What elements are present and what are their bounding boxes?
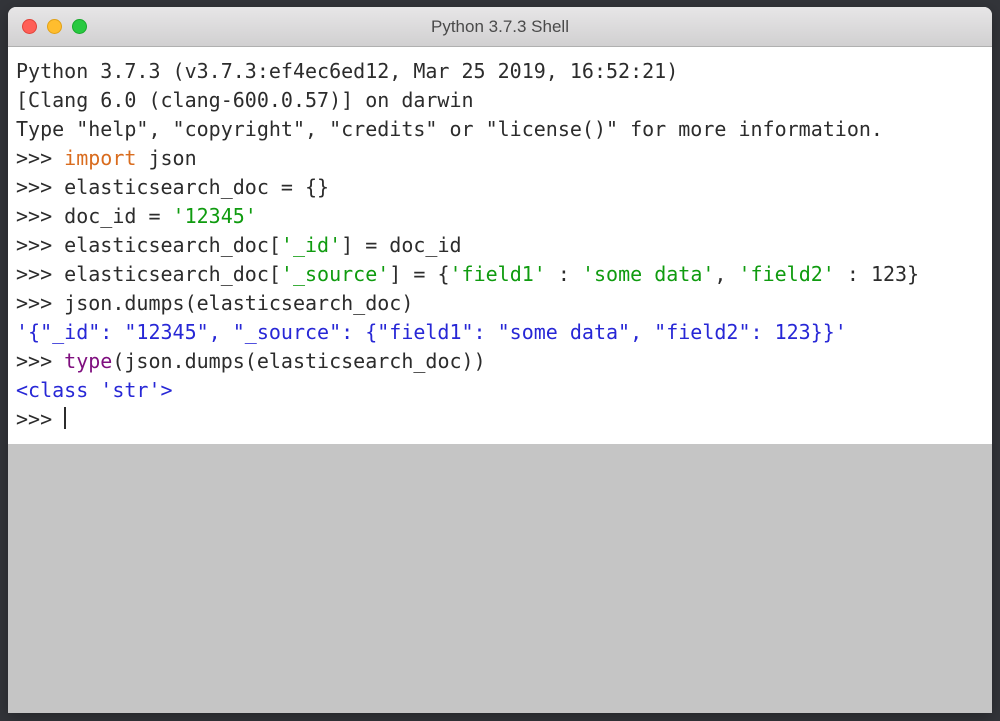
idle-window: Python 3.7.3 Shell Python 3.7.3 (v3.7.3:…: [8, 7, 992, 713]
shell-output[interactable]: Python 3.7.3 (v3.7.3:ef4ec6ed12, Mar 25 …: [8, 47, 992, 444]
banner-line: [Clang 6.0 (clang-600.0.57)] on darwin: [16, 88, 474, 112]
string-literal: '_id': [281, 233, 341, 257]
cursor-icon: [64, 407, 66, 429]
string-literal: 'field1': [450, 262, 546, 286]
prompt: >>>: [16, 407, 64, 431]
code-text: :: [546, 262, 582, 286]
code-text: : 123}: [835, 262, 919, 286]
code-text: elasticsearch_doc = {}: [64, 175, 329, 199]
code-text: json.dumps(elasticsearch_doc): [64, 291, 413, 315]
window-title: Python 3.7.3 Shell: [8, 17, 992, 37]
output-line: '{"_id": "12345", "_source": {"field1": …: [16, 320, 847, 344]
string-literal: 'field2': [739, 262, 835, 286]
prompt: >>>: [16, 146, 64, 170]
builtin-type: type: [64, 349, 112, 373]
code-text: ] = doc_id: [341, 233, 461, 257]
code-text: (json.dumps(elasticsearch_doc)): [112, 349, 485, 373]
code-text: ] = {: [389, 262, 449, 286]
banner-line: Type "help", "copyright", "credits" or "…: [16, 117, 883, 141]
output-line: <class 'str'>: [16, 378, 173, 402]
keyword-import: import: [64, 146, 136, 170]
prompt: >>>: [16, 233, 64, 257]
string-literal: '_source': [281, 262, 389, 286]
minimize-icon[interactable]: [47, 19, 62, 34]
titlebar: Python 3.7.3 Shell: [8, 7, 992, 47]
prompt: >>>: [16, 204, 64, 228]
traffic-lights: [22, 19, 87, 34]
code-text: ,: [714, 262, 738, 286]
banner-line: Python 3.7.3 (v3.7.3:ef4ec6ed12, Mar 25 …: [16, 59, 690, 83]
prompt: >>>: [16, 262, 64, 286]
code-text: json: [136, 146, 196, 170]
close-icon[interactable]: [22, 19, 37, 34]
prompt: >>>: [16, 175, 64, 199]
code-text: doc_id =: [64, 204, 172, 228]
string-literal: '12345': [173, 204, 257, 228]
code-text: elasticsearch_doc[: [64, 262, 281, 286]
string-literal: 'some data': [582, 262, 714, 286]
prompt: >>>: [16, 349, 64, 373]
prompt: >>>: [16, 291, 64, 315]
maximize-icon[interactable]: [72, 19, 87, 34]
code-text: elasticsearch_doc[: [64, 233, 281, 257]
